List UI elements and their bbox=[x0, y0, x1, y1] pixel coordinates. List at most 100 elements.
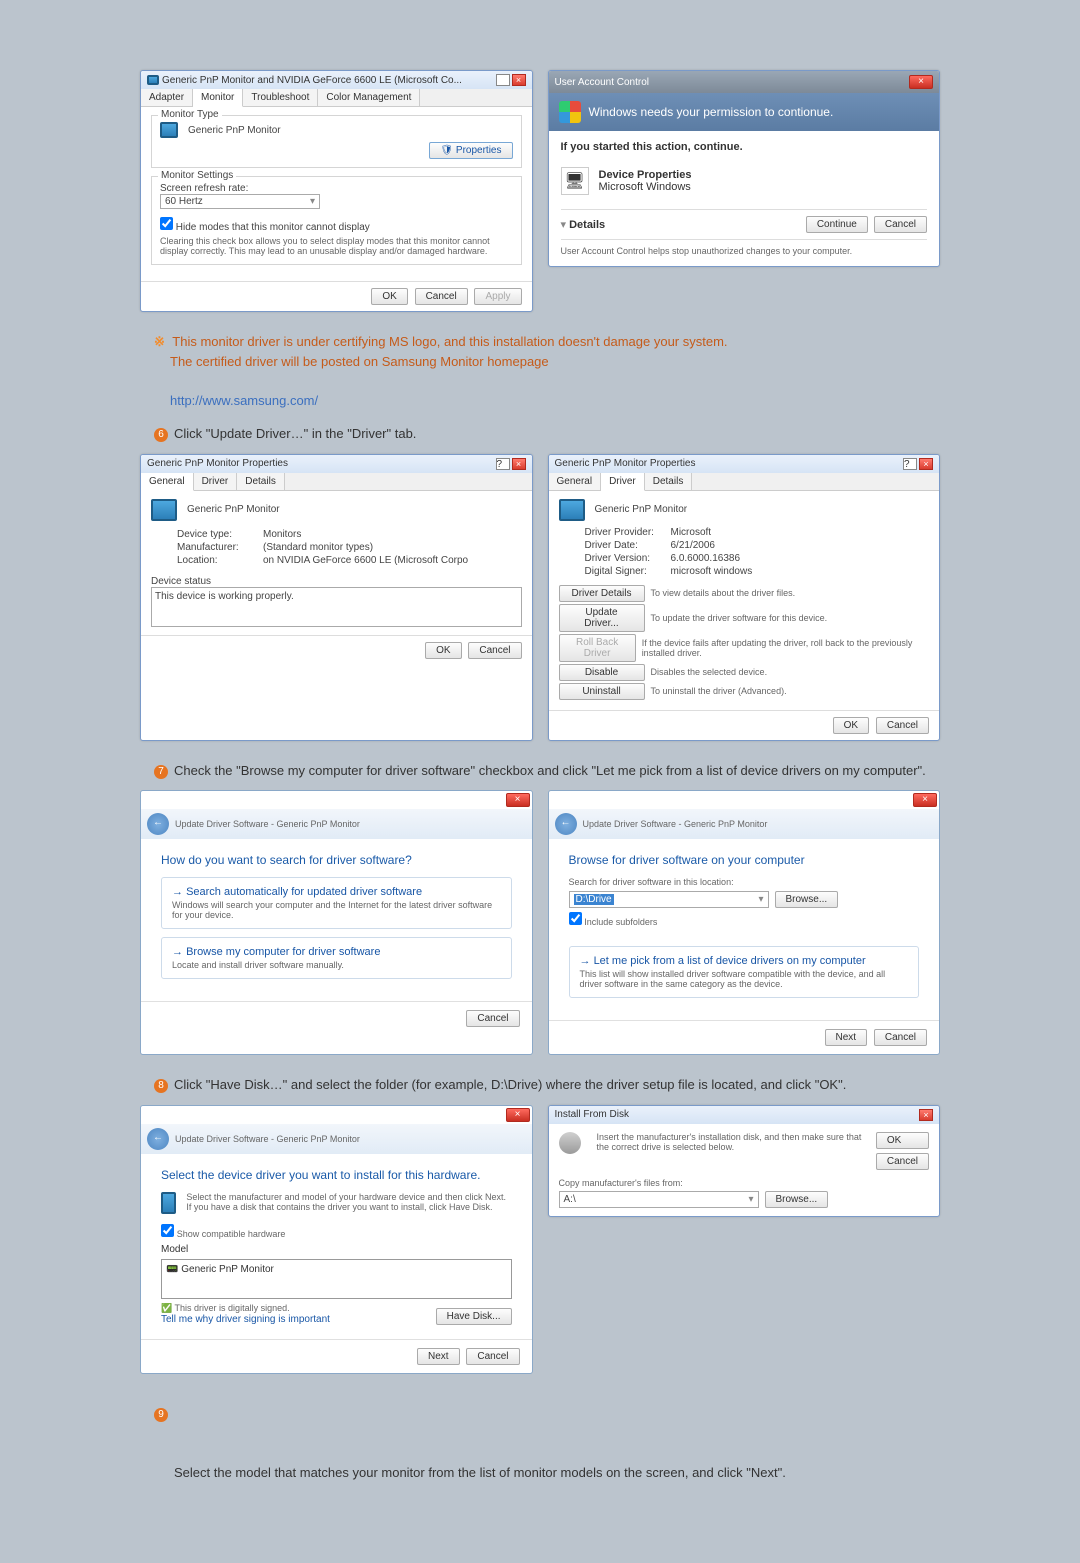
driver-details-button[interactable]: Driver Details bbox=[559, 585, 645, 602]
close-icon[interactable]: × bbox=[919, 1109, 933, 1121]
browse-button[interactable]: Browse... bbox=[775, 891, 839, 908]
cancel-button[interactable]: Cancel bbox=[876, 1153, 929, 1170]
help-icon[interactable]: ? bbox=[496, 458, 510, 470]
apply-button[interactable]: Apply bbox=[474, 288, 521, 305]
disable-button[interactable]: Disable bbox=[559, 664, 645, 681]
next-button[interactable]: Next bbox=[417, 1348, 460, 1365]
option-browse-desc: Locate and install driver software manua… bbox=[172, 960, 501, 970]
uninstall-button[interactable]: Uninstall bbox=[559, 683, 645, 700]
cancel-button[interactable]: Cancel bbox=[415, 288, 468, 305]
monitor-properties-driver: Generic PnP Monitor Properties ?× Genera… bbox=[548, 454, 941, 741]
list-item[interactable]: 📟 Generic PnP Monitor bbox=[166, 1264, 274, 1275]
wizard-title: How do you want to search for driver sof… bbox=[161, 853, 512, 867]
show-compatible-checkbox[interactable] bbox=[161, 1224, 174, 1237]
dialog-title: Generic PnP Monitor and NVIDIA GeForce 6… bbox=[162, 75, 462, 86]
browse-button[interactable]: Browse... bbox=[765, 1191, 829, 1208]
refresh-rate-label: Screen refresh rate: bbox=[160, 183, 513, 194]
cancel-button[interactable]: Cancel bbox=[876, 717, 929, 734]
close-icon[interactable]: × bbox=[909, 75, 933, 89]
help-icon[interactable]: ? bbox=[903, 458, 917, 470]
breadcrumb: Update Driver Software - Generic PnP Mon… bbox=[175, 819, 360, 829]
shield-icon bbox=[559, 101, 581, 123]
tell-me-why-link[interactable]: Tell me why driver signing is important bbox=[161, 1314, 330, 1325]
driver-version-value: 6.0.6000.16386 bbox=[671, 553, 741, 564]
driver-provider-label: Driver Provider: bbox=[585, 527, 665, 538]
copy-from-label: Copy manufacturer's files from: bbox=[559, 1178, 930, 1188]
copy-path-input[interactable]: A:\ ▾ bbox=[559, 1191, 759, 1208]
close-icon[interactable]: × bbox=[506, 1108, 530, 1122]
properties-button[interactable]: 🛡 Properties bbox=[429, 142, 512, 159]
cancel-button[interactable]: Cancel bbox=[874, 1029, 927, 1046]
driver-version-label: Driver Version: bbox=[585, 553, 665, 564]
rollback-driver-desc: If the device fails after updating the d… bbox=[642, 638, 929, 658]
option-auto-search-desc: Windows will search your computer and th… bbox=[172, 900, 501, 920]
dialog-title: Install From Disk bbox=[555, 1109, 629, 1120]
step-9: 9 Select the model that matches your mon… bbox=[154, 1404, 940, 1483]
window-controls: × bbox=[496, 74, 526, 86]
chevron-down-icon[interactable]: ▾ bbox=[561, 219, 567, 231]
path-input[interactable]: D:\Drive ▾ bbox=[569, 891, 769, 908]
continue-button[interactable]: Continue bbox=[806, 216, 868, 233]
tab-details[interactable]: Details bbox=[237, 473, 285, 490]
manufacturer-label: Manufacturer: bbox=[177, 542, 257, 553]
option-auto-search[interactable]: → Search automatically for updated drive… bbox=[161, 877, 512, 929]
cancel-button[interactable]: Cancel bbox=[468, 642, 521, 659]
tab-general[interactable]: General bbox=[549, 473, 602, 490]
model-list[interactable]: 📟 Generic PnP Monitor bbox=[161, 1259, 512, 1299]
close-icon[interactable]: × bbox=[913, 793, 937, 807]
include-subfolders-checkbox[interactable] bbox=[569, 912, 582, 925]
manufacturer-value: (Standard monitor types) bbox=[263, 542, 373, 553]
tab-general[interactable]: General bbox=[141, 473, 194, 491]
tab-details[interactable]: Details bbox=[645, 473, 693, 490]
tabs: Adapter Monitor Troubleshoot Color Manag… bbox=[141, 89, 532, 107]
monitor-type-value: Generic PnP Monitor bbox=[188, 125, 281, 136]
option-let-me-pick[interactable]: → Let me pick from a list of device driv… bbox=[569, 946, 920, 998]
back-icon[interactable]: ← bbox=[147, 1128, 169, 1150]
minimize-icon[interactable] bbox=[496, 74, 510, 86]
note-certifying: ※ This monitor driver is under certifyin… bbox=[154, 332, 940, 410]
cancel-button[interactable]: Cancel bbox=[874, 216, 927, 233]
ok-button[interactable]: OK bbox=[371, 288, 407, 305]
tab-color-management[interactable]: Color Management bbox=[318, 89, 420, 106]
have-disk-button[interactable]: Have Disk... bbox=[436, 1308, 512, 1325]
cancel-button[interactable]: Cancel bbox=[466, 1348, 519, 1365]
dialog-title: Generic PnP Monitor Properties bbox=[147, 458, 288, 469]
device-name: Generic PnP Monitor bbox=[595, 504, 688, 515]
tab-monitor[interactable]: Monitor bbox=[193, 89, 243, 107]
ok-button[interactable]: OK bbox=[425, 642, 461, 659]
step-6: 6Click "Update Driver…" in the "Driver" … bbox=[154, 424, 940, 444]
device-type-label: Device type: bbox=[177, 529, 257, 540]
back-icon[interactable]: ← bbox=[147, 813, 169, 835]
driver-details-desc: To view details about the driver files. bbox=[651, 588, 796, 598]
close-icon[interactable]: × bbox=[512, 458, 526, 470]
uac-title: User Account Control bbox=[555, 77, 650, 88]
wizard-title: Select the device driver you want to ins… bbox=[161, 1168, 512, 1182]
ok-button[interactable]: OK bbox=[833, 717, 869, 734]
wizard-browse-location: × ←Update Driver Software - Generic PnP … bbox=[548, 790, 941, 1055]
uac-started-text: If you started this action, continue. bbox=[561, 141, 928, 153]
ok-button[interactable]: OK bbox=[876, 1132, 929, 1149]
install-from-disk-dialog: Install From Disk × Insert the manufactu… bbox=[548, 1105, 941, 1217]
monitor-settings-dialog: Generic PnP Monitor and NVIDIA GeForce 6… bbox=[140, 70, 533, 312]
tab-troubleshoot[interactable]: Troubleshoot bbox=[243, 89, 318, 106]
tab-driver[interactable]: Driver bbox=[194, 473, 238, 490]
program-icon: 🖥 bbox=[561, 167, 589, 195]
tab-adapter[interactable]: Adapter bbox=[141, 89, 193, 106]
hide-modes-description: Clearing this check box allows you to se… bbox=[160, 236, 513, 256]
tab-driver[interactable]: Driver bbox=[601, 473, 645, 491]
rollback-driver-button[interactable]: Roll Back Driver bbox=[559, 634, 636, 662]
close-icon[interactable]: × bbox=[512, 74, 526, 86]
back-icon[interactable]: ← bbox=[555, 813, 577, 835]
uac-details-toggle[interactable]: Details bbox=[569, 219, 605, 231]
step-7: 7Check the "Browse my computer for drive… bbox=[154, 761, 940, 781]
next-button[interactable]: Next bbox=[825, 1029, 868, 1046]
update-driver-button[interactable]: Update Driver... bbox=[559, 604, 645, 632]
refresh-rate-select[interactable]: 60 Hertz ▾ bbox=[160, 194, 320, 209]
hide-modes-checkbox[interactable] bbox=[160, 217, 173, 230]
option-browse-computer[interactable]: → Browse my computer for driver software… bbox=[161, 937, 512, 979]
monitor-icon bbox=[151, 499, 177, 521]
cancel-button[interactable]: Cancel bbox=[466, 1010, 519, 1027]
close-icon[interactable]: × bbox=[919, 458, 933, 470]
samsung-link[interactable]: http://www.samsung.com/ bbox=[170, 393, 318, 408]
close-icon[interactable]: × bbox=[506, 793, 530, 807]
